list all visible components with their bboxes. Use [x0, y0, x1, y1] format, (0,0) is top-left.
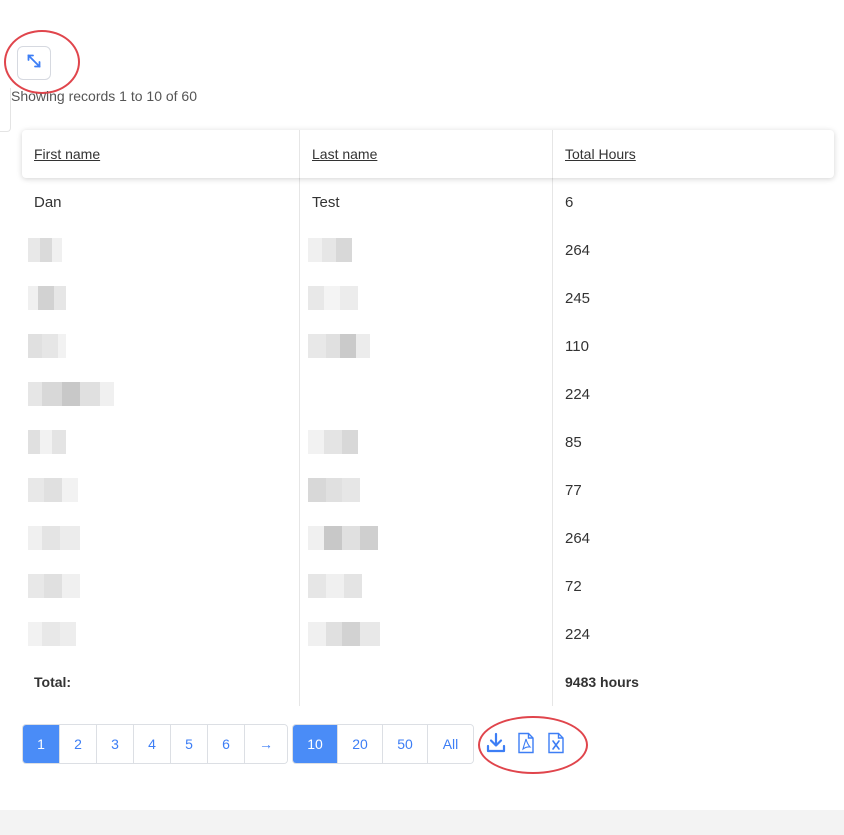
- cell-first-name: [22, 466, 300, 514]
- pagination: 1 2 3 4 5 6 → 10 20 50 All: [22, 724, 474, 764]
- cell-total-hours: 264: [565, 529, 591, 547]
- redacted-first-name: [28, 430, 66, 454]
- cell-total-hours: 110: [565, 337, 589, 355]
- redacted-first-name: [28, 574, 80, 598]
- table-body: Dan Test 6 264 245 110 224 85 77 264 72 224: [22, 178, 834, 658]
- redacted-last-name: [308, 478, 360, 502]
- cell-total-hours: 264: [565, 241, 591, 259]
- export-buttons: [484, 731, 568, 755]
- page-button-4[interactable]: 4: [134, 725, 171, 763]
- cell-first-name: [22, 514, 300, 562]
- redacted-last-name: [308, 286, 358, 310]
- cell-last-name: [300, 226, 553, 274]
- table-row: 264: [22, 226, 834, 274]
- cell-last-name: [300, 610, 553, 658]
- page-button-1[interactable]: 1: [23, 725, 60, 763]
- redacted-first-name: [28, 382, 114, 406]
- cell-total-hours: 224: [565, 625, 591, 643]
- page-button-3[interactable]: 3: [97, 725, 134, 763]
- table-total-row: Total: 9483 hours: [22, 658, 834, 706]
- page-button-2[interactable]: 2: [60, 725, 97, 763]
- expand-arrows-icon: [25, 52, 43, 75]
- table-row: 264: [22, 514, 834, 562]
- redacted-last-name: [308, 526, 378, 550]
- excel-icon[interactable]: [544, 731, 568, 755]
- cell-first-name: [22, 274, 300, 322]
- table-header: First name Last name Total Hours: [22, 130, 834, 178]
- header-last-name[interactable]: Last name: [300, 130, 553, 178]
- cell-total-hours: 72: [565, 577, 582, 595]
- redacted-first-name: [28, 622, 76, 646]
- cell-last-name: [300, 562, 553, 610]
- redacted-last-name: [308, 238, 352, 262]
- cell-total-hours: 85: [565, 433, 582, 451]
- redacted-first-name: [28, 526, 80, 550]
- page-button-6[interactable]: 6: [208, 725, 245, 763]
- next-page-button[interactable]: →: [245, 725, 287, 763]
- cell-first-name: [22, 370, 300, 418]
- download-icon[interactable]: [484, 731, 508, 755]
- header-first-name[interactable]: First name: [22, 130, 300, 178]
- cell-total-hours: 245: [565, 289, 591, 307]
- table-row: 110: [22, 322, 834, 370]
- cell-first-name: [22, 562, 300, 610]
- redacted-last-name: [308, 430, 358, 454]
- expand-button[interactable]: [17, 46, 51, 80]
- page-size-button-20[interactable]: 20: [338, 725, 383, 763]
- cell-first-name: [22, 610, 300, 658]
- page-size-button-50[interactable]: 50: [383, 725, 428, 763]
- table-row: 77: [22, 466, 834, 514]
- redacted-last-name: [308, 334, 370, 358]
- cell-first-name: [22, 418, 300, 466]
- total-label: Total:: [22, 658, 300, 706]
- cell-total-hours: 77: [565, 481, 582, 499]
- redacted-first-name: [28, 286, 66, 310]
- page-size-button-all[interactable]: All: [428, 725, 473, 763]
- cell-last-name: [300, 418, 553, 466]
- cell-first-name: [22, 226, 300, 274]
- header-total-hours[interactable]: Total Hours: [553, 130, 834, 178]
- table-row: 85: [22, 418, 834, 466]
- cell-first-name: [22, 322, 300, 370]
- redacted-first-name: [28, 238, 62, 262]
- cell-last-name: [300, 274, 553, 322]
- page-buttons: 1 2 3 4 5 6 →: [22, 724, 288, 764]
- total-value: 9483 hours: [565, 674, 639, 690]
- cell-last-name: [300, 370, 553, 418]
- redacted-last-name: [308, 622, 380, 646]
- data-table: First name Last name Total Hours Dan Test…: [22, 130, 834, 706]
- page-size-buttons: 10 20 50 All: [292, 724, 474, 764]
- cell-first-name: Dan: [22, 178, 300, 226]
- table-row: 245: [22, 274, 834, 322]
- side-panel-tab[interactable]: [0, 88, 11, 132]
- cell-last-name: [300, 322, 553, 370]
- cell-total-hours: 224: [565, 385, 591, 403]
- table-row: 224: [22, 610, 834, 658]
- cell-last-name: Test: [300, 178, 553, 226]
- table-row: 224: [22, 370, 834, 418]
- total-empty-cell: [300, 658, 553, 706]
- redacted-first-name: [28, 478, 78, 502]
- cell-last-name: [300, 514, 553, 562]
- cell-last-name: [300, 466, 553, 514]
- table-row: Dan Test 6: [22, 178, 834, 226]
- pdf-icon[interactable]: [514, 731, 538, 755]
- footer-band: [0, 810, 844, 835]
- table-row: 72: [22, 562, 834, 610]
- page-button-5[interactable]: 5: [171, 725, 208, 763]
- cell-total-hours: 6: [565, 193, 574, 211]
- redacted-first-name: [28, 334, 66, 358]
- records-info: Showing records 1 to 10 of 60: [11, 88, 198, 104]
- page-size-button-10[interactable]: 10: [293, 725, 338, 763]
- redacted-last-name: [308, 574, 362, 598]
